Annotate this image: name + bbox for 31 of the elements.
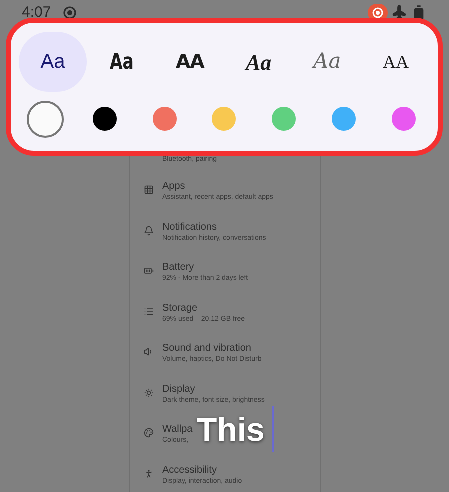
setting-title[interactable]: Notifications xyxy=(162,220,266,234)
font-style-option[interactable]: AA xyxy=(156,32,224,92)
color-swatch[interactable] xyxy=(26,100,64,138)
person-icon xyxy=(144,468,154,478)
speaker-icon xyxy=(144,347,154,357)
color-swatch[interactable] xyxy=(152,107,177,131)
grid-icon xyxy=(144,185,154,195)
font-style-option[interactable]: AA xyxy=(362,32,430,92)
font-style-option[interactable]: Aa xyxy=(88,32,156,92)
setting-title[interactable]: Battery xyxy=(162,261,248,274)
bell-icon xyxy=(144,226,154,236)
font-style-option[interactable]: Aa xyxy=(224,32,293,92)
color-swatch[interactable] xyxy=(92,107,117,131)
color-swatch[interactable] xyxy=(332,107,356,131)
font-style-option[interactable]: Aa xyxy=(19,32,87,92)
battery-icon xyxy=(144,266,154,276)
setting-title[interactable]: Display xyxy=(162,382,265,396)
color-swatch[interactable] xyxy=(212,107,236,131)
palette-icon xyxy=(144,428,154,438)
status-time: 4:07 xyxy=(22,2,52,23)
text-cursor xyxy=(272,406,274,452)
setting-title[interactable]: Accessibility xyxy=(162,464,242,476)
record-icon xyxy=(63,6,78,20)
color-swatch[interactable] xyxy=(272,107,296,131)
setting-title[interactable]: Apps xyxy=(162,180,274,193)
font-style-option[interactable]: Aa xyxy=(293,32,362,92)
setting-title[interactable]: Wallpa xyxy=(162,423,193,436)
overlay-text: This xyxy=(197,412,265,446)
setting-title[interactable]: Sound and vibration xyxy=(162,342,262,355)
color-swatch[interactable] xyxy=(392,107,416,131)
setting-title[interactable]: Storage xyxy=(162,302,245,314)
